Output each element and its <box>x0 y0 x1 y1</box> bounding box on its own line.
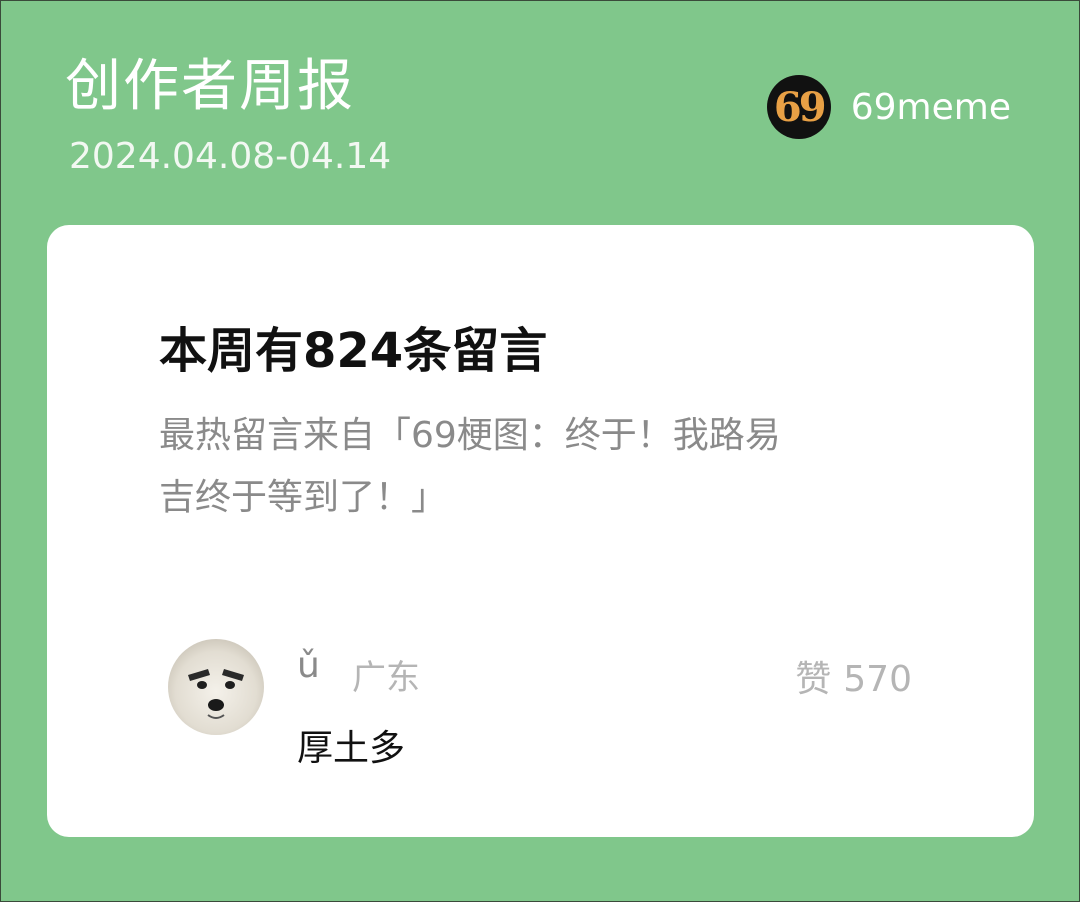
hot-comment-source-line-2: 吉终于等到了！」 <box>159 477 448 518</box>
page-title: 创作者周报 <box>65 54 355 119</box>
account-name: 69meme <box>850 86 1011 128</box>
account-logo: 69 <box>766 75 831 139</box>
like-number: 570 <box>843 659 912 700</box>
commenter-username[interactable]: ǔ <box>297 645 320 686</box>
hot-comment-source: 最热留言来自「69梗图：终于！我路易 吉终于等到了！」 <box>159 405 919 529</box>
date-range: 2024.04.08-04.14 <box>69 136 392 177</box>
avatar[interactable] <box>168 639 264 735</box>
comment-count-headline: 本周有824条留言 <box>159 323 548 379</box>
weekly-report-page: 创作者周报 2024.04.08-04.14 69 69meme 本周有824条… <box>0 0 1080 902</box>
comment-text: 厚土多 <box>297 728 406 769</box>
comment-summary-card: 本周有824条留言 最热留言来自「69梗图：终于！我路易 吉终于等到了！」 ǔ … <box>47 225 1034 837</box>
account-logo-text: 69 <box>773 83 827 131</box>
commenter-location: 广东 <box>352 658 420 698</box>
like-label: 赞 <box>795 659 832 700</box>
like-count[interactable]: 赞 570 <box>795 650 912 702</box>
account-info[interactable]: 69 69meme <box>766 75 1011 139</box>
hot-comment-source-line-1: 最热留言来自「69梗图：终于！我路易 <box>159 415 781 456</box>
